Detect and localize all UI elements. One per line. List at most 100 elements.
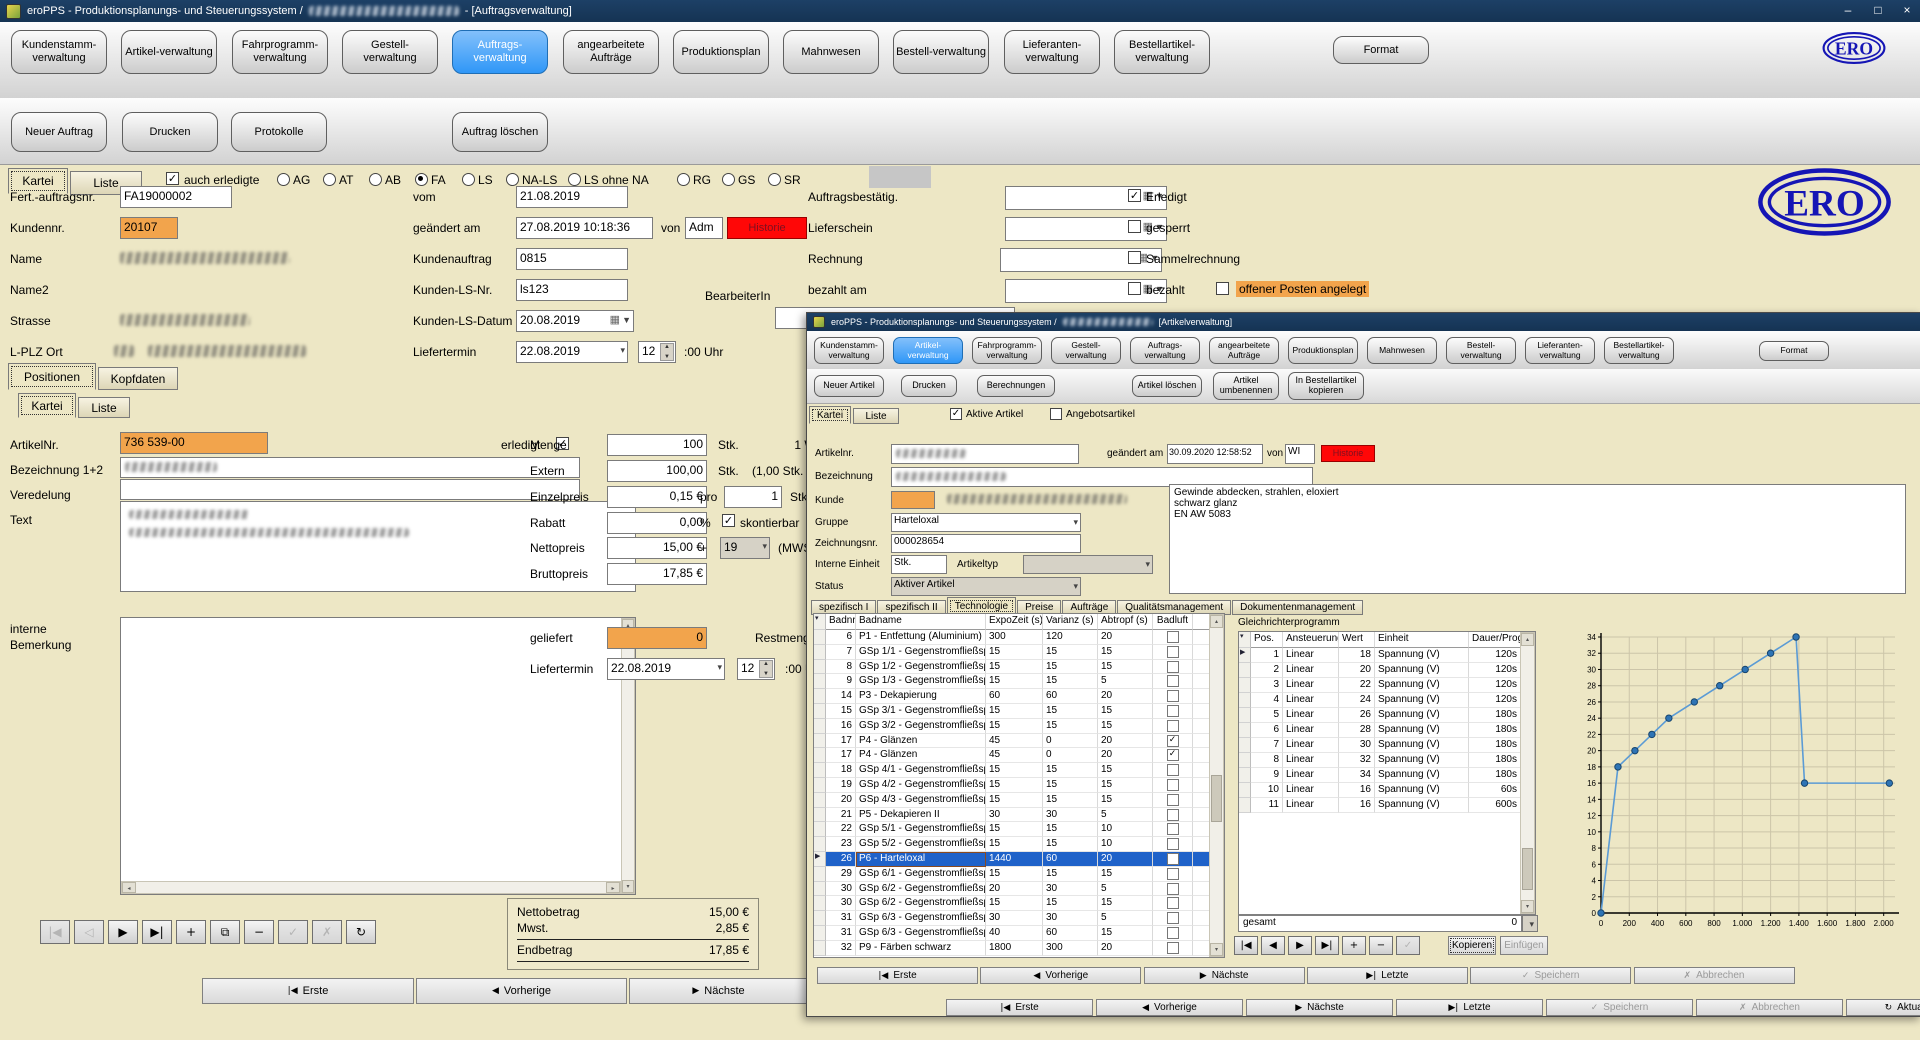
table-row[interactable]: 16GSp 3/2 - Gegenstromfließspü151515 (814, 719, 1224, 734)
n-chste-button[interactable]: ▶Nächste (629, 978, 808, 1004)
veredelung-input[interactable] (120, 479, 580, 500)
copy-record-icon[interactable]: ⧉ (210, 920, 240, 944)
badluft-checkbox[interactable] (1167, 927, 1179, 939)
table-row[interactable]: 8GSp 1/2 - Gegenstromfließspü151515 (814, 660, 1224, 675)
radio-at[interactable] (323, 173, 336, 186)
ovl-interne-einheit-input[interactable]: Stk. (891, 555, 947, 574)
skontierbar-checkbox[interactable]: ✓ (722, 514, 735, 527)
table-row[interactable]: 6Linear28Spannung (V)180s (1239, 723, 1535, 738)
scroll-up-icon[interactable]: ▴ (1521, 633, 1534, 646)
delete-record-icon[interactable]: − (1369, 936, 1393, 955)
column-header-badnr[interactable]: Badnr. (826, 614, 856, 630)
radio-ls-ohne-na[interactable] (568, 173, 581, 186)
table-row[interactable]: 4Linear24Spannung (V)120s (1239, 693, 1535, 708)
nav-auftrags-verwaltung[interactable]: Auftrags-verwaltung (1130, 337, 1200, 364)
row-selector[interactable] (814, 778, 826, 793)
table-row[interactable]: 29GSp 6/1 - Gegenstromfließspü151515 (814, 867, 1224, 882)
historie-button[interactable]: Historie (727, 217, 807, 239)
column-header-einheit[interactable]: Einheit (1375, 632, 1469, 648)
nav-gestell-verwaltung[interactable]: Gestell-verwaltung (1051, 337, 1121, 364)
erste-button[interactable]: |◀Erste (946, 999, 1093, 1016)
table-row[interactable]: 14P3 - Dekapierung606020 (814, 689, 1224, 704)
badluft-checkbox[interactable] (1167, 883, 1179, 895)
angebotsartikel-checkbox[interactable] (1050, 408, 1062, 420)
erste-button[interactable]: |◀Erste (817, 967, 978, 984)
delete-record-icon[interactable]: − (244, 920, 274, 944)
rectifier-scrollbar[interactable]: ▴▾ (1520, 632, 1535, 914)
nettopreis-input[interactable]: 15,00 € (607, 537, 707, 559)
badluft-checkbox[interactable] (1167, 838, 1179, 850)
gleichrichterprogramm-table[interactable]: ▾Pos.AnsteuerungWertEinheitDauer/Prog▶1L… (1238, 631, 1536, 915)
nav-bestell-verwaltung[interactable]: Bestell-verwaltung (893, 30, 989, 74)
row-selector[interactable] (814, 911, 826, 926)
badluft-checkbox[interactable] (1167, 794, 1179, 806)
table-row[interactable]: 18GSp 4/1 - Gegenstromfließspü151515 (814, 763, 1224, 778)
bezahlt-am-input[interactable]: ▦▼ (1005, 279, 1167, 303)
nav-gestell-verwaltung[interactable]: Gestell-verwaltung (342, 30, 438, 74)
kundennr-input[interactable]: 20107 (120, 217, 178, 239)
goto-next-icon[interactable]: ▶ (1288, 936, 1312, 955)
nav-artikel-verwaltung[interactable]: Artikel-verwaltung (893, 337, 963, 364)
nav-kundenstamm-verwaltung[interactable]: Kundenstamm-verwaltung (11, 30, 107, 74)
table-row[interactable]: ▶1Linear18Spannung (V)120s (1239, 648, 1535, 663)
scroll-up-icon[interactable]: ▴ (1210, 615, 1223, 628)
badluft-checkbox[interactable]: ✓ (1167, 853, 1179, 865)
badluft-checkbox[interactable] (1167, 942, 1179, 954)
kopieren-button[interactable]: Kopieren (1448, 936, 1496, 955)
interne-bemerkung-textarea[interactable]: ▴ ▾ ◂ ▸ (120, 617, 636, 895)
row-selector[interactable] (814, 630, 826, 645)
nav-bestellartikel-verwaltung[interactable]: Bestellartikel-verwaltung (1114, 30, 1210, 74)
overlay-tab-liste[interactable]: Liste (853, 408, 899, 424)
table-row[interactable]: 21P5 - Dekapieren II30305 (814, 808, 1224, 823)
radio-ls[interactable] (462, 173, 475, 186)
row-selector[interactable] (814, 689, 826, 704)
nav-produktionsplan[interactable]: Produktionsplan (673, 30, 769, 74)
nav-mahnwesen[interactable]: Mahnwesen (1367, 337, 1437, 364)
bath-table[interactable]: ▾Badnr.BadnameExpoZeit (s)Varianz (s)Abt… (813, 613, 1225, 958)
column-header-varianz-s[interactable]: Varianz (s) (1043, 614, 1098, 630)
table-row[interactable]: 8Linear32Spannung (V)180s (1239, 753, 1535, 768)
nav-bestellartikel-verwaltung[interactable]: Bestellartikel-verwaltung (1604, 337, 1674, 364)
row-selector[interactable] (1239, 723, 1251, 738)
table-row[interactable]: 20GSp 4/3 - Gegenstromfließspü151515 (814, 793, 1224, 808)
row-selector[interactable] (814, 882, 826, 897)
liefertermin-input[interactable]: 22.08.2019 ▾ (516, 341, 628, 363)
row-selector[interactable] (814, 748, 826, 763)
radio-ag[interactable] (277, 173, 290, 186)
badluft-checkbox[interactable]: ✓ (1167, 749, 1179, 761)
column-header-abtropf-s[interactable]: Abtropf (s) (1098, 614, 1153, 630)
aktualisieren-button[interactable]: ↻Aktualisieren (1846, 999, 1920, 1016)
toolbar-berechnungen[interactable]: Berechnungen (977, 375, 1055, 397)
table-row[interactable]: 2Linear20Spannung (V)120s (1239, 663, 1535, 678)
table-row[interactable]: 9GSp 1/3 - Gegenstromfließspü15155 (814, 674, 1224, 689)
tab-positionen-kartei[interactable]: Kartei (18, 393, 76, 418)
tab-positionen-liste[interactable]: Liste (78, 397, 130, 418)
scrollbar-thumb[interactable] (1522, 848, 1533, 890)
column-header-dauer-prog[interactable]: Dauer/Prog (1469, 632, 1521, 648)
row-selector[interactable] (814, 837, 826, 852)
artikelnr-input[interactable]: 736 539-00 (120, 432, 268, 454)
ovl-gruppe-select[interactable]: Harteloxal▾ (891, 513, 1081, 532)
row-selector[interactable] (814, 822, 826, 837)
kunden-ls-datum-input[interactable]: 20.08.2019 ▦ ▼ (516, 310, 634, 332)
ovl-historie-button[interactable]: Historie (1321, 445, 1375, 462)
liefertermin2-hour-stepper[interactable]: 12 ▲▼ (737, 658, 775, 680)
goto-next-icon[interactable]: ▶ (108, 920, 138, 944)
row-selector[interactable] (1239, 678, 1251, 693)
ovl-status-select[interactable]: Aktiver Artikel▾ (891, 577, 1081, 596)
table-row[interactable]: 17P4 - Glänzen45020✓ (814, 734, 1224, 749)
nav-lieferanten-verwaltung[interactable]: Lieferanten-verwaltung (1004, 30, 1100, 74)
toolbar-neuer-auftrag[interactable]: Neuer Auftrag (11, 112, 107, 152)
table-row[interactable]: 10Linear16Spannung (V)60s (1239, 783, 1535, 798)
radio-rg[interactable] (677, 173, 690, 186)
radio-sr[interactable] (768, 173, 781, 186)
overlay-tab-kartei[interactable]: Kartei (809, 406, 851, 424)
bath-table-scrollbar[interactable]: ▴▾ (1209, 614, 1224, 957)
current-row-marker-icon[interactable]: ▶ (814, 852, 826, 867)
goto-previous-icon[interactable]: ◀ (1261, 936, 1285, 955)
badluft-checkbox[interactable] (1167, 631, 1179, 643)
row-selector[interactable] (814, 645, 826, 660)
format-button[interactable]: Format (1759, 341, 1829, 361)
badluft-checkbox[interactable] (1167, 764, 1179, 776)
extern-input[interactable]: 100,00 (607, 460, 707, 482)
